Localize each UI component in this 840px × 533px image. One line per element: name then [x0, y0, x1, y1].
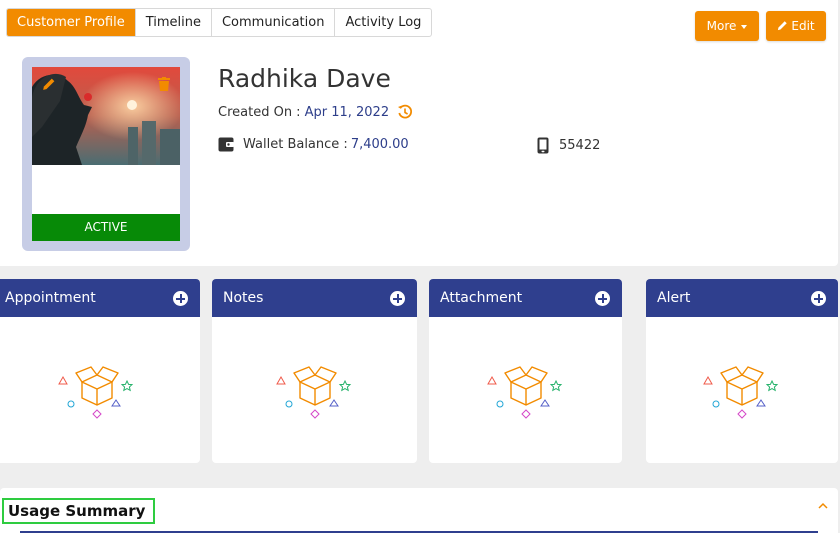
delete-photo-trash-icon[interactable]: [158, 77, 170, 91]
usage-summary-panel: Usage Summary: [0, 488, 838, 533]
tab-timeline[interactable]: Timeline: [136, 9, 212, 36]
add-attachment-plus-icon[interactable]: [595, 291, 610, 306]
tab-activity-log[interactable]: Activity Log: [335, 9, 431, 36]
appointment-widget: Appointment: [0, 279, 200, 463]
appointment-widget-header: Appointment: [0, 279, 200, 317]
alert-widget-header: Alert: [646, 279, 838, 317]
wallet-balance-row: Wallet Balance : 7,400.00: [218, 137, 409, 152]
customer-name: Radhika Dave: [218, 64, 391, 93]
alert-widget: Alert: [646, 279, 838, 463]
phone-number: 55422: [559, 138, 601, 153]
empty-box-icon: [703, 366, 779, 419]
notes-widget-title: Notes: [223, 290, 264, 306]
empty-box-icon: [58, 366, 134, 419]
attachment-widget: Attachment: [429, 279, 622, 463]
caret-down-icon: [741, 24, 748, 29]
notes-widget: Notes: [212, 279, 417, 463]
edit-button[interactable]: Edit: [766, 11, 826, 41]
tab-communication[interactable]: Communication: [212, 9, 336, 36]
alert-widget-title: Alert: [657, 290, 691, 306]
tab-customer-profile[interactable]: Customer Profile: [7, 9, 136, 36]
avatar: [32, 67, 180, 165]
empty-box-icon: [486, 366, 562, 419]
appointment-widget-title: Appointment: [5, 290, 96, 306]
add-alert-plus-icon[interactable]: [811, 291, 826, 306]
edit-button-label: Edit: [791, 19, 815, 33]
profile-card: Customer Profile Timeline Communication …: [0, 0, 838, 266]
avatar-frame: ACTIVE: [22, 57, 190, 251]
attachment-widget-header: Attachment: [429, 279, 622, 317]
more-button-label: More: [706, 19, 737, 33]
history-icon[interactable]: [397, 104, 413, 120]
more-button[interactable]: More: [695, 11, 759, 41]
usage-summary-title[interactable]: Usage Summary: [2, 498, 156, 524]
avatar-card: ACTIVE: [32, 67, 180, 241]
attachment-widget-title: Attachment: [440, 290, 523, 306]
profile-tabs: Customer Profile Timeline Communication …: [6, 8, 433, 37]
wallet-balance-label: Wallet Balance :: [243, 137, 348, 152]
pencil-icon: [778, 21, 788, 31]
wallet-icon: [218, 137, 234, 152]
created-on-label: Created On :: [218, 104, 301, 120]
created-on-row: Created On : Apr 11, 2022: [218, 104, 413, 120]
add-note-plus-icon[interactable]: [390, 291, 405, 306]
empty-box-icon: [275, 366, 351, 419]
status-badge: ACTIVE: [32, 214, 180, 241]
wallet-balance-value: 7,400.00: [350, 137, 409, 152]
edit-photo-pencil-icon[interactable]: [42, 77, 56, 91]
notes-widget-header: Notes: [212, 279, 417, 317]
add-appointment-plus-icon[interactable]: [173, 291, 188, 306]
chevron-up-icon[interactable]: [817, 502, 829, 510]
phone-row: 55422: [537, 137, 600, 154]
mobile-phone-icon: [537, 137, 549, 154]
created-on-date: Apr 11, 2022: [304, 104, 390, 120]
